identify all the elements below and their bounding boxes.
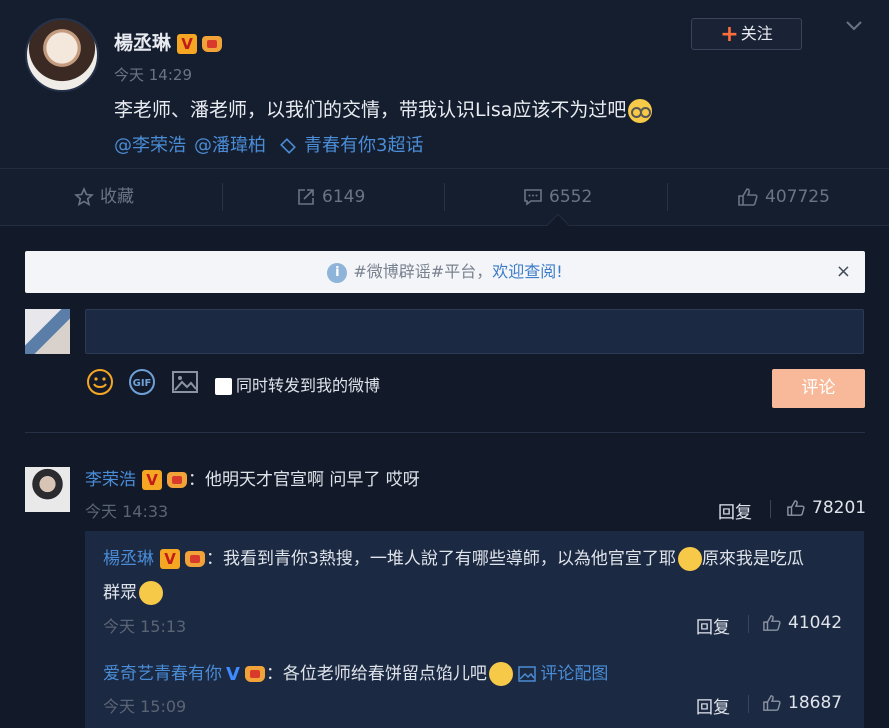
mention-link[interactable]: @潘瑋柏 xyxy=(194,135,266,156)
dizzy-emoji-icon xyxy=(677,547,702,571)
crown-badge-icon xyxy=(244,664,266,684)
thumbs-up-icon xyxy=(738,188,758,206)
forward-label: 同时转发到我的微博 xyxy=(236,376,381,395)
thumbs-up-icon xyxy=(787,500,805,516)
commenter-avatar[interactable] xyxy=(25,467,70,512)
action-bar: 收藏 6149 6552 407725 xyxy=(0,168,889,237)
blue-verified-icon: V xyxy=(226,663,240,685)
divider xyxy=(770,500,771,518)
glasses-emoji-icon xyxy=(628,98,653,123)
thumbs-up-icon xyxy=(763,615,781,631)
reply-like-count: 18687 xyxy=(788,693,843,713)
comment-like-count: 78201 xyxy=(812,498,867,518)
emoji-icon[interactable] xyxy=(86,368,114,396)
reply-line: 群眾 xyxy=(103,578,163,605)
reply-like-count: 41042 xyxy=(788,613,843,633)
weibo-post: 楊丞琳 V 今天 14:29 李老师、潘老师，以我们的交情，带我认识Lisa应该不… xyxy=(0,0,889,168)
comment-like-button[interactable]: 78201 xyxy=(786,498,866,518)
notice-text: #微博辟谣#平台， xyxy=(353,262,493,281)
author-name[interactable]: 楊丞琳 xyxy=(114,32,171,54)
thumbs-up-icon xyxy=(763,695,781,711)
commenter-name[interactable]: 李荣浩 xyxy=(85,470,136,490)
reply-time: 今天 15:13 xyxy=(103,617,187,636)
plus-icon: + xyxy=(720,21,739,47)
super-topic-icon xyxy=(280,138,296,154)
star-icon xyxy=(74,186,94,207)
rumor-notice-banner: i #微博辟谣#平台，欢迎查阅! × xyxy=(25,251,865,293)
author-avatar[interactable] xyxy=(25,18,99,92)
divider xyxy=(667,183,668,211)
repost-count: 6149 xyxy=(322,187,366,207)
notice-link[interactable]: 欢迎查阅! xyxy=(492,262,562,281)
verified-badge-icon: V xyxy=(142,470,162,490)
svg-text:GIF: GIF xyxy=(133,378,152,389)
verified-badge-icon: V xyxy=(177,33,198,54)
reply-button[interactable]: 回复 xyxy=(718,498,752,523)
replier-name[interactable]: 楊丞琳 xyxy=(103,549,154,569)
reply-like-button[interactable]: 18687 xyxy=(762,693,842,713)
submit-comment-button[interactable]: 评论 xyxy=(772,369,865,408)
follow-button[interactable]: + 关注 xyxy=(691,18,802,50)
info-icon: i xyxy=(327,262,348,283)
reply-text: 群眾 xyxy=(103,583,137,603)
gif-icon[interactable]: GIF xyxy=(128,368,156,396)
divider xyxy=(748,695,749,713)
reply-like-button[interactable]: 41042 xyxy=(762,613,842,633)
forward-checkbox-row: 同时转发到我的微博 xyxy=(215,372,380,396)
comment-time: 今天 14:33 xyxy=(85,502,169,521)
reply-time: 今天 15:09 xyxy=(103,697,187,716)
replier-name[interactable]: 爱奇艺青春有你 xyxy=(103,664,222,684)
repost-button[interactable]: 6149 xyxy=(296,169,365,225)
comment-image-link[interactable]: 评论配图 xyxy=(518,664,608,684)
repost-icon xyxy=(298,189,314,205)
like-button[interactable]: 407725 xyxy=(737,169,830,225)
favorite-button[interactable]: 收藏 xyxy=(74,169,134,225)
crown-badge-icon xyxy=(184,549,206,569)
post-body: 李老师、潘老师，以我们的交情，带我认识Lisa应该不为过吧 xyxy=(114,99,627,121)
person-emoji-icon xyxy=(488,662,513,686)
divider xyxy=(444,183,445,211)
comment-icon xyxy=(524,189,542,206)
follow-label: 关注 xyxy=(740,24,773,43)
reply-button[interactable]: 回复 xyxy=(696,613,730,638)
reply-text: ：各位老师给春饼留点馅儿吧 xyxy=(265,664,487,684)
comment-image-label: 评论配图 xyxy=(540,664,609,684)
post-time: 今天 14:29 xyxy=(114,66,192,84)
comment-count: 6552 xyxy=(549,187,593,207)
reply-text: ：我看到青你3熱搜，一堆人說了有哪些導師，以為他官宣了耶 xyxy=(206,549,676,569)
chevron-down-icon[interactable] xyxy=(845,16,863,34)
image-icon xyxy=(518,666,537,682)
post-mentions: @李荣浩 @潘瑋柏 青春有你3超话 xyxy=(114,131,431,157)
favorite-label: 收藏 xyxy=(100,187,134,207)
post-text: 李老师、潘老师，以我们的交情，带我认识Lisa应该不为过吧 xyxy=(114,95,653,123)
image-icon[interactable] xyxy=(171,368,199,396)
verified-badge-icon: V xyxy=(160,549,180,569)
comment-line: 李荣浩 V ：他明天才官宣啊 问早了 哎呀 xyxy=(85,465,420,490)
crown-badge-icon xyxy=(201,34,223,54)
comment-input[interactable] xyxy=(85,309,864,354)
my-avatar[interactable] xyxy=(25,309,70,354)
mention-link[interactable]: @李荣浩 xyxy=(114,135,186,156)
reply-button[interactable]: 回复 xyxy=(696,693,730,718)
reply-line: 爱奇艺青春有你 V ：各位老师给春饼留点馅儿吧 评论配图 xyxy=(103,659,608,686)
crown-badge-icon xyxy=(166,470,188,490)
yummy-emoji-icon xyxy=(139,581,163,605)
reply-line: 楊丞琳 V ：我看到青你3熱搜，一堆人說了有哪些導師，以為他官宣了耶 原來我是吃瓜 xyxy=(103,544,804,571)
close-icon[interactable]: × xyxy=(836,251,851,293)
comment-text: ：他明天才官宣啊 问早了 哎呀 xyxy=(188,470,420,490)
forward-checkbox[interactable] xyxy=(215,378,232,395)
divider xyxy=(222,183,223,211)
reply-text: 原來我是吃瓜 xyxy=(701,549,804,569)
author-line: 楊丞琳 V xyxy=(114,28,223,55)
like-count: 407725 xyxy=(765,187,830,207)
topic-link[interactable]: 青春有你3超话 xyxy=(304,135,423,156)
divider xyxy=(25,432,865,433)
divider xyxy=(748,615,749,633)
